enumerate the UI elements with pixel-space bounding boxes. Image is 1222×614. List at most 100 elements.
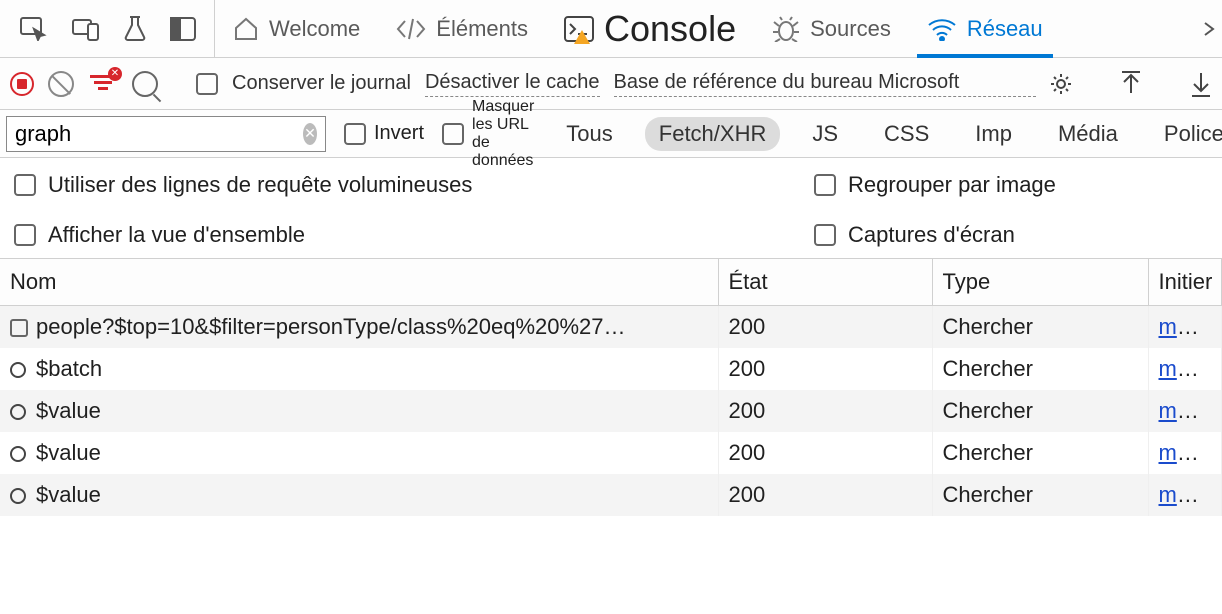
row-circle-icon <box>10 488 26 504</box>
table-row[interactable]: $value200Chercher mgt.es <box>0 432 1222 474</box>
home-icon <box>233 17 259 41</box>
cell-initiator: mgt.es <box>1148 390 1222 432</box>
tab-elements-label: Éléments <box>436 16 528 42</box>
clear-button[interactable] <box>48 71 74 97</box>
disable-cache-label[interactable]: Désactiver le cache <box>425 71 600 97</box>
table-row[interactable]: $batch200Chercher mgt.es <box>0 348 1222 390</box>
throttling-settings-icon[interactable] <box>1050 73 1072 95</box>
record-button[interactable] <box>10 72 34 96</box>
cell-name: $value <box>0 432 718 474</box>
tab-console-label: Console <box>604 8 736 50</box>
cell-name: $batch <box>0 348 718 390</box>
table-row[interactable]: people?$top=10&$filter=personType/class%… <box>0 306 1222 349</box>
cell-type: Chercher <box>932 390 1148 432</box>
large-rows-label: Utiliser des lignes de requête volumineu… <box>48 172 472 198</box>
wifi-icon <box>927 17 957 41</box>
group-by-frame-checkbox[interactable] <box>814 174 836 196</box>
screenshots-checkbox[interactable] <box>814 224 836 246</box>
cell-status: 200 <box>718 432 932 474</box>
tab-welcome[interactable]: Welcome <box>215 0 378 57</box>
row-checkbox-icon <box>10 319 28 337</box>
table-row[interactable]: $value200Chercher mgt.es <box>0 474 1222 516</box>
initiator-link[interactable]: mgt.es <box>1159 398 1222 423</box>
cell-status: 200 <box>718 306 932 349</box>
cell-type: Chercher <box>932 348 1148 390</box>
row-circle-icon <box>10 404 26 420</box>
code-icon <box>396 18 426 40</box>
network-filter-bar: ✕ Invert Masquer les URL de données Tous… <box>0 110 1222 158</box>
tab-console[interactable]: Console <box>546 0 754 57</box>
tab-sources[interactable]: Sources <box>754 0 909 57</box>
search-icon[interactable] <box>132 71 158 97</box>
tab-elements[interactable]: Éléments <box>378 0 546 57</box>
type-filter-fetch[interactable]: Fetch/XHR <box>645 117 781 151</box>
type-filter-css[interactable]: CSS <box>870 117 943 151</box>
screenshots-label: Captures d'écran <box>848 222 1015 248</box>
cell-initiator: mgt.es <box>1148 348 1222 390</box>
tab-sources-label: Sources <box>810 16 891 42</box>
cell-status: 200 <box>718 348 932 390</box>
devtools-icon-group <box>0 0 215 57</box>
network-toolbar: ✕ Conserver le journal Désactiver le cac… <box>0 58 1222 110</box>
hide-data-urls-label: Masquer les URL de données <box>472 98 534 170</box>
cell-type: Chercher <box>932 432 1148 474</box>
cell-name: $value <box>0 474 718 516</box>
inspect-icon[interactable] <box>20 17 48 41</box>
col-initiator[interactable]: Initier <box>1148 259 1222 306</box>
initiator-link[interactable]: mgt.es <box>1159 440 1222 465</box>
cell-name: $value <box>0 390 718 432</box>
initiator-link[interactable]: mgt.es <box>1159 356 1222 381</box>
cell-status: 200 <box>718 390 932 432</box>
filter-clear-button[interactable]: ✕ <box>303 123 317 145</box>
col-name[interactable]: Nom <box>0 259 718 306</box>
network-options: Utiliser des lignes de requête volumineu… <box>0 158 1222 259</box>
show-overview-label: Afficher la vue d'ensemble <box>48 222 305 248</box>
tab-welcome-label: Welcome <box>269 16 360 42</box>
hide-data-urls-checkbox[interactable] <box>442 123 464 145</box>
initiator-link[interactable]: mgt.es <box>1159 482 1222 507</box>
type-filter-all[interactable]: Tous <box>552 117 626 151</box>
cell-name: people?$top=10&$filter=personType/class%… <box>0 306 718 349</box>
initiator-link[interactable]: mgt.es <box>1159 314 1222 339</box>
cell-initiator: mgt.es <box>1148 432 1222 474</box>
experiments-icon[interactable] <box>124 16 146 42</box>
cell-initiator: mgt.es <box>1148 474 1222 516</box>
type-filter-img[interactable]: Imp <box>961 117 1026 151</box>
device-toggle-icon[interactable] <box>72 17 100 41</box>
large-rows-checkbox[interactable] <box>14 174 36 196</box>
network-table: Nom État Type Initier people?$top=10&$fi… <box>0 259 1222 516</box>
preserve-log-checkbox[interactable] <box>196 73 218 95</box>
filter-input-wrap: ✕ <box>6 116 326 152</box>
invert-checkbox[interactable] <box>344 123 366 145</box>
col-type[interactable]: Type <box>932 259 1148 306</box>
warning-icon <box>574 30 590 44</box>
devtools-tab-bar: Welcome Éléments Console Sources Réseau <box>0 0 1222 58</box>
filter-active-badge-icon: ✕ <box>108 67 122 81</box>
cell-type: Chercher <box>932 306 1148 349</box>
more-tabs-chevron-icon[interactable] <box>1202 17 1222 41</box>
table-row[interactable]: $value200Chercher mgt.es <box>0 390 1222 432</box>
group-by-frame-label: Regrouper par image <box>848 172 1056 198</box>
type-filter-media[interactable]: Média <box>1044 117 1132 151</box>
col-status[interactable]: État <box>718 259 932 306</box>
dock-icon[interactable] <box>170 17 196 41</box>
type-filter-js[interactable]: JS <box>798 117 852 151</box>
cell-initiator: mgt.es <box>1148 306 1222 349</box>
filter-toggle-button[interactable]: ✕ <box>88 71 118 97</box>
tab-network-label: Réseau <box>967 16 1043 42</box>
cell-type: Chercher <box>932 474 1148 516</box>
download-har-icon[interactable] <box>1190 71 1212 97</box>
tab-network[interactable]: Réseau <box>909 0 1061 57</box>
preserve-log-label: Conserver le journal <box>232 72 411 95</box>
show-overview-checkbox[interactable] <box>14 224 36 246</box>
cell-status: 200 <box>718 474 932 516</box>
row-circle-icon <box>10 446 26 462</box>
table-header-row: Nom État Type Initier <box>0 259 1222 306</box>
throttling-select[interactable]: Base de référence du bureau Microsoft <box>614 71 1036 97</box>
row-circle-icon <box>10 362 26 378</box>
type-filter-font[interactable]: Police <box>1150 117 1222 151</box>
invert-label: Invert <box>374 122 424 145</box>
bug-icon <box>772 16 800 42</box>
filter-input[interactable] <box>15 121 303 147</box>
upload-har-icon[interactable] <box>1120 71 1142 97</box>
